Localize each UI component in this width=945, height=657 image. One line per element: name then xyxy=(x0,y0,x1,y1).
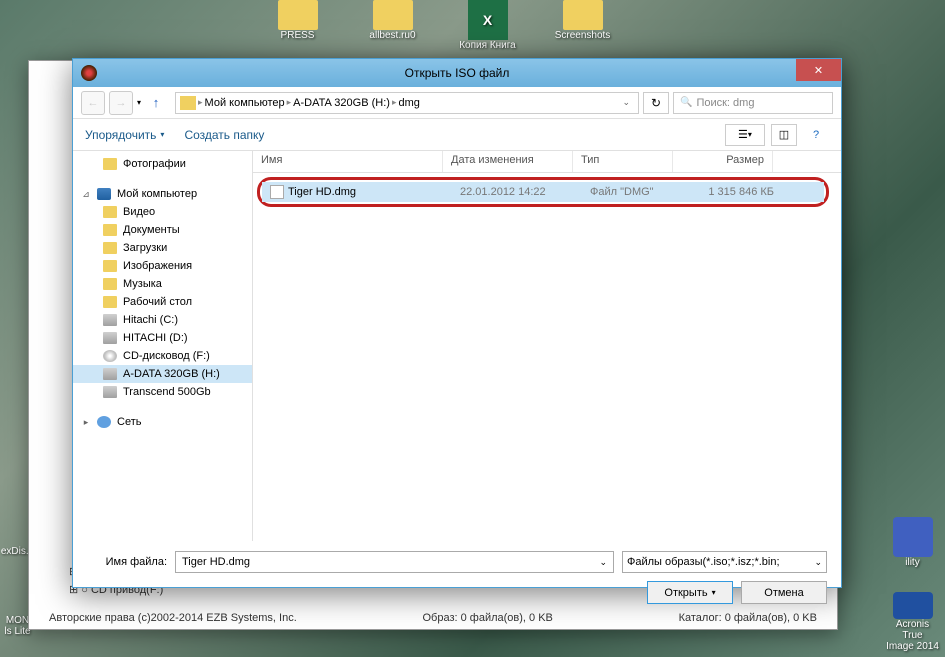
sidebar-item-drive-d[interactable]: HITACHI (D:) xyxy=(73,329,252,347)
sidebar-item-drive-i[interactable]: Transcend 500Gb xyxy=(73,383,252,401)
titlebar[interactable]: Открыть ISO файл ✕ xyxy=(73,59,841,87)
forward-button[interactable]: → xyxy=(109,91,133,115)
dialog-title: Открыть ISO файл xyxy=(405,66,510,80)
sidebar-item-photos[interactable]: Фотографии xyxy=(73,155,252,173)
sidebar-item-drive-c[interactable]: Hitachi (C:) xyxy=(73,311,252,329)
sidebar-item-drive-h[interactable]: A-DATA 320GB (H:) xyxy=(73,365,252,383)
sidebar-item-documents[interactable]: Документы xyxy=(73,221,252,239)
file-list: Имя Дата изменения Тип Размер Tiger HD.d… xyxy=(253,151,841,541)
file-icon xyxy=(270,185,284,199)
sidebar-item-images[interactable]: Изображения xyxy=(73,257,252,275)
sidebar-item-downloads[interactable]: Загрузки xyxy=(73,239,252,257)
desktop-icon-press[interactable]: PRESS xyxy=(260,0,335,60)
desktop-icon-excel[interactable]: XКопия Книга xyxy=(450,0,525,60)
desktop-icon-screenshots[interactable]: Screenshots xyxy=(545,0,620,60)
breadcrumb-dropdown-icon[interactable]: ⌄ xyxy=(618,97,634,108)
highlighted-row-annotation: Tiger HD.dmg 22.01.2012 14:22 Файл "DMG"… xyxy=(257,177,829,207)
cancel-button[interactable]: Отмена xyxy=(741,581,827,604)
navigation-bar: ← → ▾ ↑ ▸ Мой компьютер ▸ A-DATA 320GB (… xyxy=(73,87,841,119)
sidebar-item-music[interactable]: Музыка xyxy=(73,275,252,293)
column-date[interactable]: Дата изменения xyxy=(443,151,573,172)
breadcrumb-item[interactable]: Мой компьютер xyxy=(205,97,285,109)
breadcrumb-item[interactable]: A-DATA 320GB (H:) xyxy=(293,97,390,109)
back-button[interactable]: ← xyxy=(81,91,105,115)
toolbar: Упорядочить ▾ Создать папку ☰ ▾ ◫ ? xyxy=(73,119,841,151)
desktop-top-icons: PRESS allbest.ru0 XКопия Книга Screensho… xyxy=(260,0,620,60)
up-button[interactable]: ↑ xyxy=(145,92,167,114)
desktop-right-icons: ility Acronis True Image 2014 xyxy=(885,517,940,652)
column-size[interactable]: Размер xyxy=(673,151,773,172)
sidebar-item-cd-drive[interactable]: CD-дисковод (F:) xyxy=(73,347,252,365)
chevron-right-icon: ▸ xyxy=(287,97,292,108)
chevron-down-icon: ▾ xyxy=(160,130,164,139)
sidebar-header-network[interactable]: ▸Сеть xyxy=(73,413,252,431)
desktop-icon-ility[interactable]: ility xyxy=(885,517,940,577)
view-options-button[interactable]: ☰ ▾ xyxy=(725,124,765,146)
desktop-icon-acronis[interactable]: Acronis True Image 2014 xyxy=(885,592,940,652)
organize-button[interactable]: Упорядочить ▾ xyxy=(85,128,164,142)
history-dropdown-icon[interactable]: ▾ xyxy=(137,98,141,107)
chevron-right-icon: ▸ xyxy=(392,97,397,108)
column-name[interactable]: Имя xyxy=(253,151,443,172)
folder-icon xyxy=(180,96,196,110)
chevron-right-icon: ▸ xyxy=(198,97,203,108)
breadcrumb-item[interactable]: dmg xyxy=(398,97,419,109)
open-button[interactable]: Открыть▾ xyxy=(647,581,733,604)
dialog-footer: Имя файла: Tiger HD.dmg ⌄ Файлы образы(*… xyxy=(73,541,841,618)
column-type[interactable]: Тип xyxy=(573,151,673,172)
chevron-down-icon: ⌄ xyxy=(814,557,822,568)
column-headers: Имя Дата изменения Тип Размер xyxy=(253,151,841,173)
help-button[interactable]: ? xyxy=(803,124,829,146)
chevron-down-icon[interactable]: ⌄ xyxy=(599,557,607,568)
new-folder-button[interactable]: Создать папку xyxy=(184,128,264,142)
app-icon xyxy=(81,65,97,81)
close-button[interactable]: ✕ xyxy=(796,59,841,81)
file-row[interactable]: Tiger HD.dmg 22.01.2012 14:22 Файл "DMG"… xyxy=(262,182,824,202)
filename-label: Имя файла: xyxy=(87,556,167,568)
search-input[interactable]: Поиск: dmg xyxy=(673,92,833,114)
sidebar: Фотографии ⊿Мой компьютер Видео Документ… xyxy=(73,151,253,541)
file-open-dialog: Открыть ISO файл ✕ ← → ▾ ↑ ▸ Мой компьют… xyxy=(72,58,842,588)
refresh-button[interactable]: ↻ xyxy=(643,92,669,114)
sidebar-item-desktop[interactable]: Рабочий стол xyxy=(73,293,252,311)
filename-input[interactable]: Tiger HD.dmg ⌄ xyxy=(175,551,614,573)
desktop-icon-allbest[interactable]: allbest.ru0 xyxy=(355,0,430,60)
sidebar-header-computer[interactable]: ⊿Мой компьютер xyxy=(73,185,252,203)
preview-pane-button[interactable]: ◫ xyxy=(771,124,797,146)
breadcrumb-bar[interactable]: ▸ Мой компьютер ▸ A-DATA 320GB (H:) ▸ dm… xyxy=(175,92,639,114)
file-type-filter[interactable]: Файлы образы(*.iso;*.isz;*.bin; ⌄ xyxy=(622,551,827,573)
sidebar-item-video[interactable]: Видео xyxy=(73,203,252,221)
